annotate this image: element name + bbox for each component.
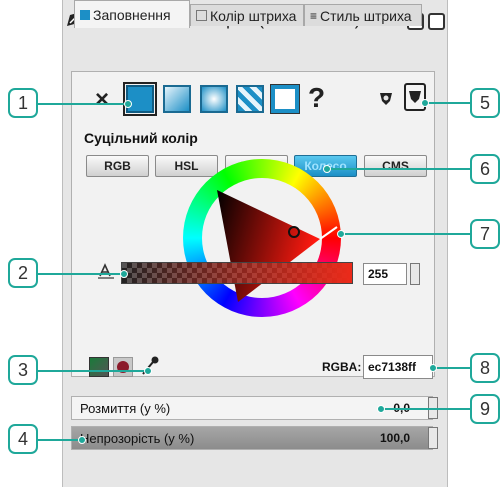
fill-tab-icon bbox=[80, 9, 90, 20]
pattern-button[interactable] bbox=[236, 85, 264, 113]
tab-fill[interactable]: Заповнення bbox=[74, 0, 190, 28]
fill-rule-nonzero-button[interactable] bbox=[404, 83, 426, 111]
close-icon[interactable] bbox=[428, 13, 445, 30]
callout-dot-5 bbox=[421, 99, 429, 107]
callout-line-6 bbox=[326, 168, 471, 170]
rgba-input[interactable]: ec7138ff bbox=[363, 355, 433, 379]
alpha-icon bbox=[98, 263, 114, 279]
callout-dot-8 bbox=[429, 364, 437, 372]
stroke-paint-tab-icon bbox=[196, 10, 207, 21]
fill-rule-evenodd-icon[interactable] bbox=[378, 91, 394, 107]
callout-line-8 bbox=[432, 367, 471, 369]
fill-rule-nonzero-icon bbox=[409, 91, 421, 103]
callout-line-7 bbox=[340, 233, 471, 235]
callout-7: 7 bbox=[470, 219, 500, 249]
opacity-spinner[interactable] bbox=[428, 427, 438, 449]
callout-line-4 bbox=[37, 439, 81, 441]
alpha-slider[interactable] bbox=[121, 262, 353, 284]
callout-dot-7 bbox=[337, 230, 345, 238]
tab-stroke-paint-label: Колір штриха bbox=[210, 7, 297, 24]
opacity-label: Непрозорість (у %) bbox=[80, 430, 195, 446]
stroke-style-tab-icon: ≡ bbox=[310, 8, 318, 23]
tab-stroke-paint[interactable]: Колір штриха bbox=[190, 4, 304, 26]
color-triangle[interactable] bbox=[183, 159, 341, 317]
tab-fill-label: Заповнення bbox=[93, 6, 171, 23]
radial-gradient-button[interactable] bbox=[200, 85, 228, 113]
callout-8: 8 bbox=[470, 353, 500, 383]
model-cms-button[interactable]: CMS bbox=[364, 155, 427, 177]
callout-dot-3 bbox=[144, 367, 152, 375]
linear-gradient-button[interactable] bbox=[163, 85, 191, 113]
callout-dot-4 bbox=[78, 436, 86, 444]
tab-stroke-style-label: Стиль штриха bbox=[320, 7, 412, 24]
model-rgb-button[interactable]: RGB bbox=[86, 155, 149, 177]
callout-dot-9 bbox=[377, 405, 385, 413]
callout-dot-2 bbox=[120, 270, 128, 278]
callout-line-2 bbox=[37, 273, 123, 275]
tab-stroke-style[interactable]: ≡ Стиль штриха bbox=[304, 4, 422, 26]
callout-3: 3 bbox=[8, 355, 38, 385]
callout-2: 2 bbox=[8, 258, 38, 288]
fill-mode-label: Суцільний колір bbox=[84, 130, 198, 146]
blur-label: Розмиття (у %) bbox=[80, 400, 171, 416]
callout-4: 4 bbox=[8, 424, 38, 454]
callout-1: 1 bbox=[8, 88, 38, 118]
color-managed-icon[interactable] bbox=[89, 357, 109, 377]
alpha-spinner[interactable] bbox=[410, 263, 420, 285]
no-paint-button[interactable]: × bbox=[95, 86, 109, 114]
callout-line-3 bbox=[37, 370, 147, 372]
callout-line-1 bbox=[37, 103, 127, 105]
callout-5: 5 bbox=[470, 88, 500, 118]
callout-line-5 bbox=[424, 102, 471, 104]
callout-9: 9 bbox=[470, 394, 500, 424]
out-of-gamut-button[interactable] bbox=[113, 357, 133, 377]
rgba-label: RGBA: bbox=[322, 360, 362, 374]
opacity-value: 100,0 bbox=[379, 431, 410, 445]
unset-paint-button[interactable]: ? bbox=[308, 82, 325, 114]
flat-color-button[interactable] bbox=[123, 82, 157, 116]
callout-dot-6 bbox=[323, 165, 331, 173]
callout-6: 6 bbox=[470, 154, 500, 184]
callout-dot-1 bbox=[124, 100, 132, 108]
swatch-button[interactable] bbox=[270, 84, 300, 114]
callout-line-9 bbox=[380, 408, 471, 410]
opacity-slider[interactable]: Непрозорість (у %) 100,0 bbox=[71, 426, 433, 450]
alpha-input[interactable]: 255 bbox=[363, 263, 407, 285]
